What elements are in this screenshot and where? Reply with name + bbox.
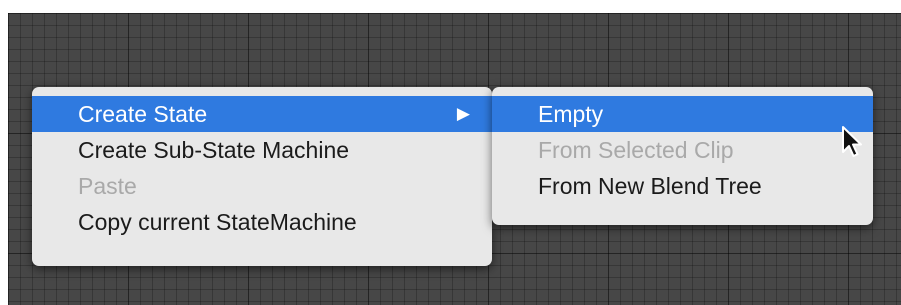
menu-item-paste: Paste [32, 168, 492, 204]
menu-item-label: Create Sub-State Machine [78, 137, 350, 163]
menu-item-create-state[interactable]: Create State ▶ [32, 96, 492, 132]
submenu-item-from-selected-clip: From Selected Clip [492, 132, 873, 168]
menu-item-label: Paste [78, 173, 137, 199]
submenu-arrow-icon: ▶ [456, 104, 470, 123]
animator-graph-canvas[interactable]: Create State ▶ Create Sub-State Machine … [8, 13, 901, 305]
create-state-submenu: Empty From Selected Clip From New Blend … [492, 87, 873, 225]
menu-item-label: Copy current StateMachine [78, 209, 357, 235]
menu-item-label: Create State [78, 101, 208, 127]
menu-item-copy-current-statemachine[interactable]: Copy current StateMachine [32, 204, 492, 240]
menu-item-label: From Selected Clip [538, 137, 734, 163]
menu-item-label: From New Blend Tree [538, 173, 762, 199]
context-menu: Create State ▶ Create Sub-State Machine … [32, 87, 492, 266]
menu-item-label: Empty [538, 101, 604, 127]
submenu-item-from-new-blend-tree[interactable]: From New Blend Tree [492, 168, 873, 204]
menu-item-create-sub-state-machine[interactable]: Create Sub-State Machine [32, 132, 492, 168]
mouse-pointer-icon [842, 126, 862, 157]
submenu-item-empty[interactable]: Empty [492, 96, 873, 132]
